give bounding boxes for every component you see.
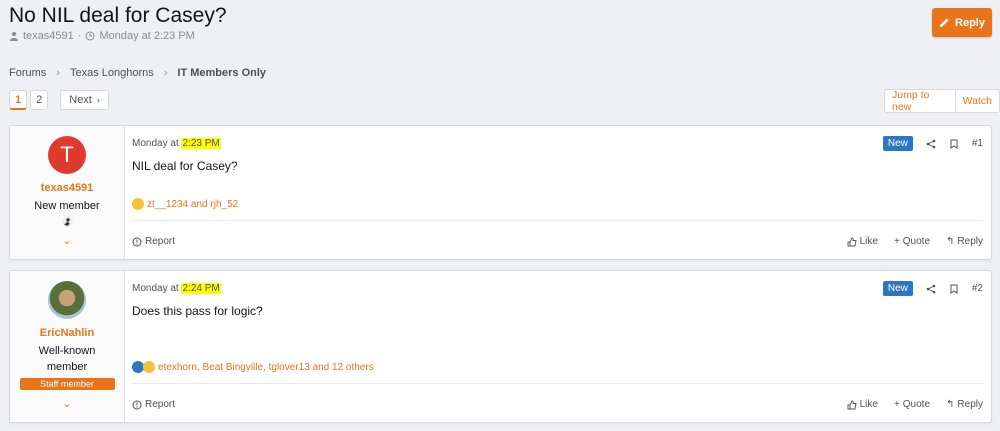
post-reply-button[interactable]: ↰ Reply xyxy=(946,399,983,410)
reply-arrow-icon: ↰ xyxy=(946,399,955,410)
thumbs-up-icon xyxy=(847,400,857,409)
chevron-right-icon: › xyxy=(163,67,168,79)
post-body: NIL deal for Casey? xyxy=(132,159,238,173)
thread-actions: Jump to new Watch xyxy=(884,89,1000,113)
pencil-icon xyxy=(939,18,949,28)
post-number[interactable]: #2 xyxy=(972,283,983,294)
share-icon[interactable] xyxy=(926,284,936,294)
post-footer-actions: Like + Quote ↰ Reply xyxy=(847,399,983,410)
thread-date[interactable]: Monday at 2:23 PM xyxy=(99,30,194,42)
avatar[interactable]: T xyxy=(48,136,86,174)
post-2: EricNahlin Well-known member Staff membe… xyxy=(9,270,992,423)
quote-button[interactable]: + Quote xyxy=(894,399,930,410)
post-time: 2:23 PM xyxy=(181,138,221,149)
page-1-link[interactable]: 1 xyxy=(9,90,28,110)
like-button[interactable]: Like xyxy=(847,399,878,410)
reactions-bar[interactable]: zt__1234 and rjh_52 xyxy=(132,198,238,210)
breadcrumb-it-members-only[interactable]: IT Members Only xyxy=(177,67,266,79)
user-title: Well-known member xyxy=(38,345,96,373)
post-number[interactable]: #1 xyxy=(972,138,983,149)
post-content: Monday at 2:24 PM New #2 Does this pass … xyxy=(132,271,983,422)
jump-to-new-button[interactable]: Jump to new xyxy=(885,89,955,113)
watch-button[interactable]: Watch xyxy=(956,90,999,112)
page-2-link[interactable]: 2 xyxy=(30,90,49,110)
new-badge: New xyxy=(882,281,913,296)
reply-button-label: Reply xyxy=(955,16,985,29)
avatar[interactable] xyxy=(48,281,86,319)
bookmark-icon[interactable] xyxy=(949,284,959,294)
quote-button[interactable]: + Quote xyxy=(894,236,930,247)
clock-icon xyxy=(85,31,95,41)
chevron-down-icon[interactable]: ⌄ xyxy=(62,397,71,410)
plus-icon: + xyxy=(893,399,900,410)
chevron-right-icon: › xyxy=(96,95,100,105)
pagination: 1 2 Next › xyxy=(9,90,109,110)
plus-icon: + xyxy=(893,236,900,247)
post-user-cell: T texas4591 New member ⌄ xyxy=(10,126,125,259)
reactions-bar[interactable]: etexhorn, Beat Bingville, tglover13 and … xyxy=(132,361,374,373)
laugh-reaction-icon xyxy=(143,361,155,373)
post-header-actions: New #1 xyxy=(882,136,983,151)
breadcrumb-texas-longhorns[interactable]: Texas Longhorns xyxy=(70,67,154,79)
next-label: Next xyxy=(69,94,92,106)
chevron-right-icon: › xyxy=(56,67,60,79)
post-content: Monday at 2:23 PM New #1 NIL deal for Ca… xyxy=(132,126,983,259)
chevron-down-icon[interactable]: ⌄ xyxy=(62,234,71,247)
report-button[interactable]: Report xyxy=(132,399,175,410)
post-username[interactable]: EricNahlin xyxy=(40,327,94,339)
reactions-list[interactable]: zt__1234 and rjh_52 xyxy=(147,199,238,210)
thumbs-up-icon xyxy=(847,237,857,246)
thread-title: No NIL deal for Casey? xyxy=(9,4,227,27)
user-title: New member xyxy=(34,200,100,212)
staff-badge: Staff member xyxy=(19,378,115,390)
post-date[interactable]: Monday at 2:24 PM xyxy=(132,283,221,294)
reply-button[interactable]: Reply xyxy=(932,8,992,37)
like-button[interactable]: Like xyxy=(847,236,878,247)
alert-icon xyxy=(132,400,142,409)
post-time: 2:24 PM xyxy=(181,283,221,294)
bookmark-icon[interactable] xyxy=(949,139,959,149)
new-badge: New xyxy=(882,136,913,151)
reactions-list[interactable]: etexhorn, Beat Bingville, tglover13 and … xyxy=(158,362,374,373)
post-1: T texas4591 New member ⌄ Monday at 2:23 … xyxy=(9,125,992,260)
reply-arrow-icon: ↰ xyxy=(946,236,955,247)
report-button[interactable]: Report xyxy=(132,236,175,247)
post-header-actions: New #2 xyxy=(882,281,983,296)
laugh-reaction-icon xyxy=(132,198,144,210)
next-page-button[interactable]: Next › xyxy=(60,90,109,110)
post-username[interactable]: texas4591 xyxy=(41,182,94,194)
post-user-cell: EricNahlin Well-known member Staff membe… xyxy=(10,271,125,422)
new-member-icon xyxy=(61,216,73,227)
post-body: Does this pass for logic? xyxy=(132,304,263,318)
breadcrumb: Forums › Texas Longhorns › IT Members On… xyxy=(9,67,266,79)
post-reply-button[interactable]: ↰ Reply xyxy=(946,236,983,247)
post-footer-actions: Like + Quote ↰ Reply xyxy=(847,236,983,247)
post-date[interactable]: Monday at 2:23 PM xyxy=(132,138,221,149)
thread-author[interactable]: texas4591 xyxy=(23,30,74,42)
share-icon[interactable] xyxy=(926,139,936,149)
user-icon xyxy=(10,32,18,41)
breadcrumb-forums[interactable]: Forums xyxy=(9,67,46,79)
alert-icon xyxy=(132,237,142,246)
thread-meta: texas4591 · Monday at 2:23 PM xyxy=(9,30,195,42)
